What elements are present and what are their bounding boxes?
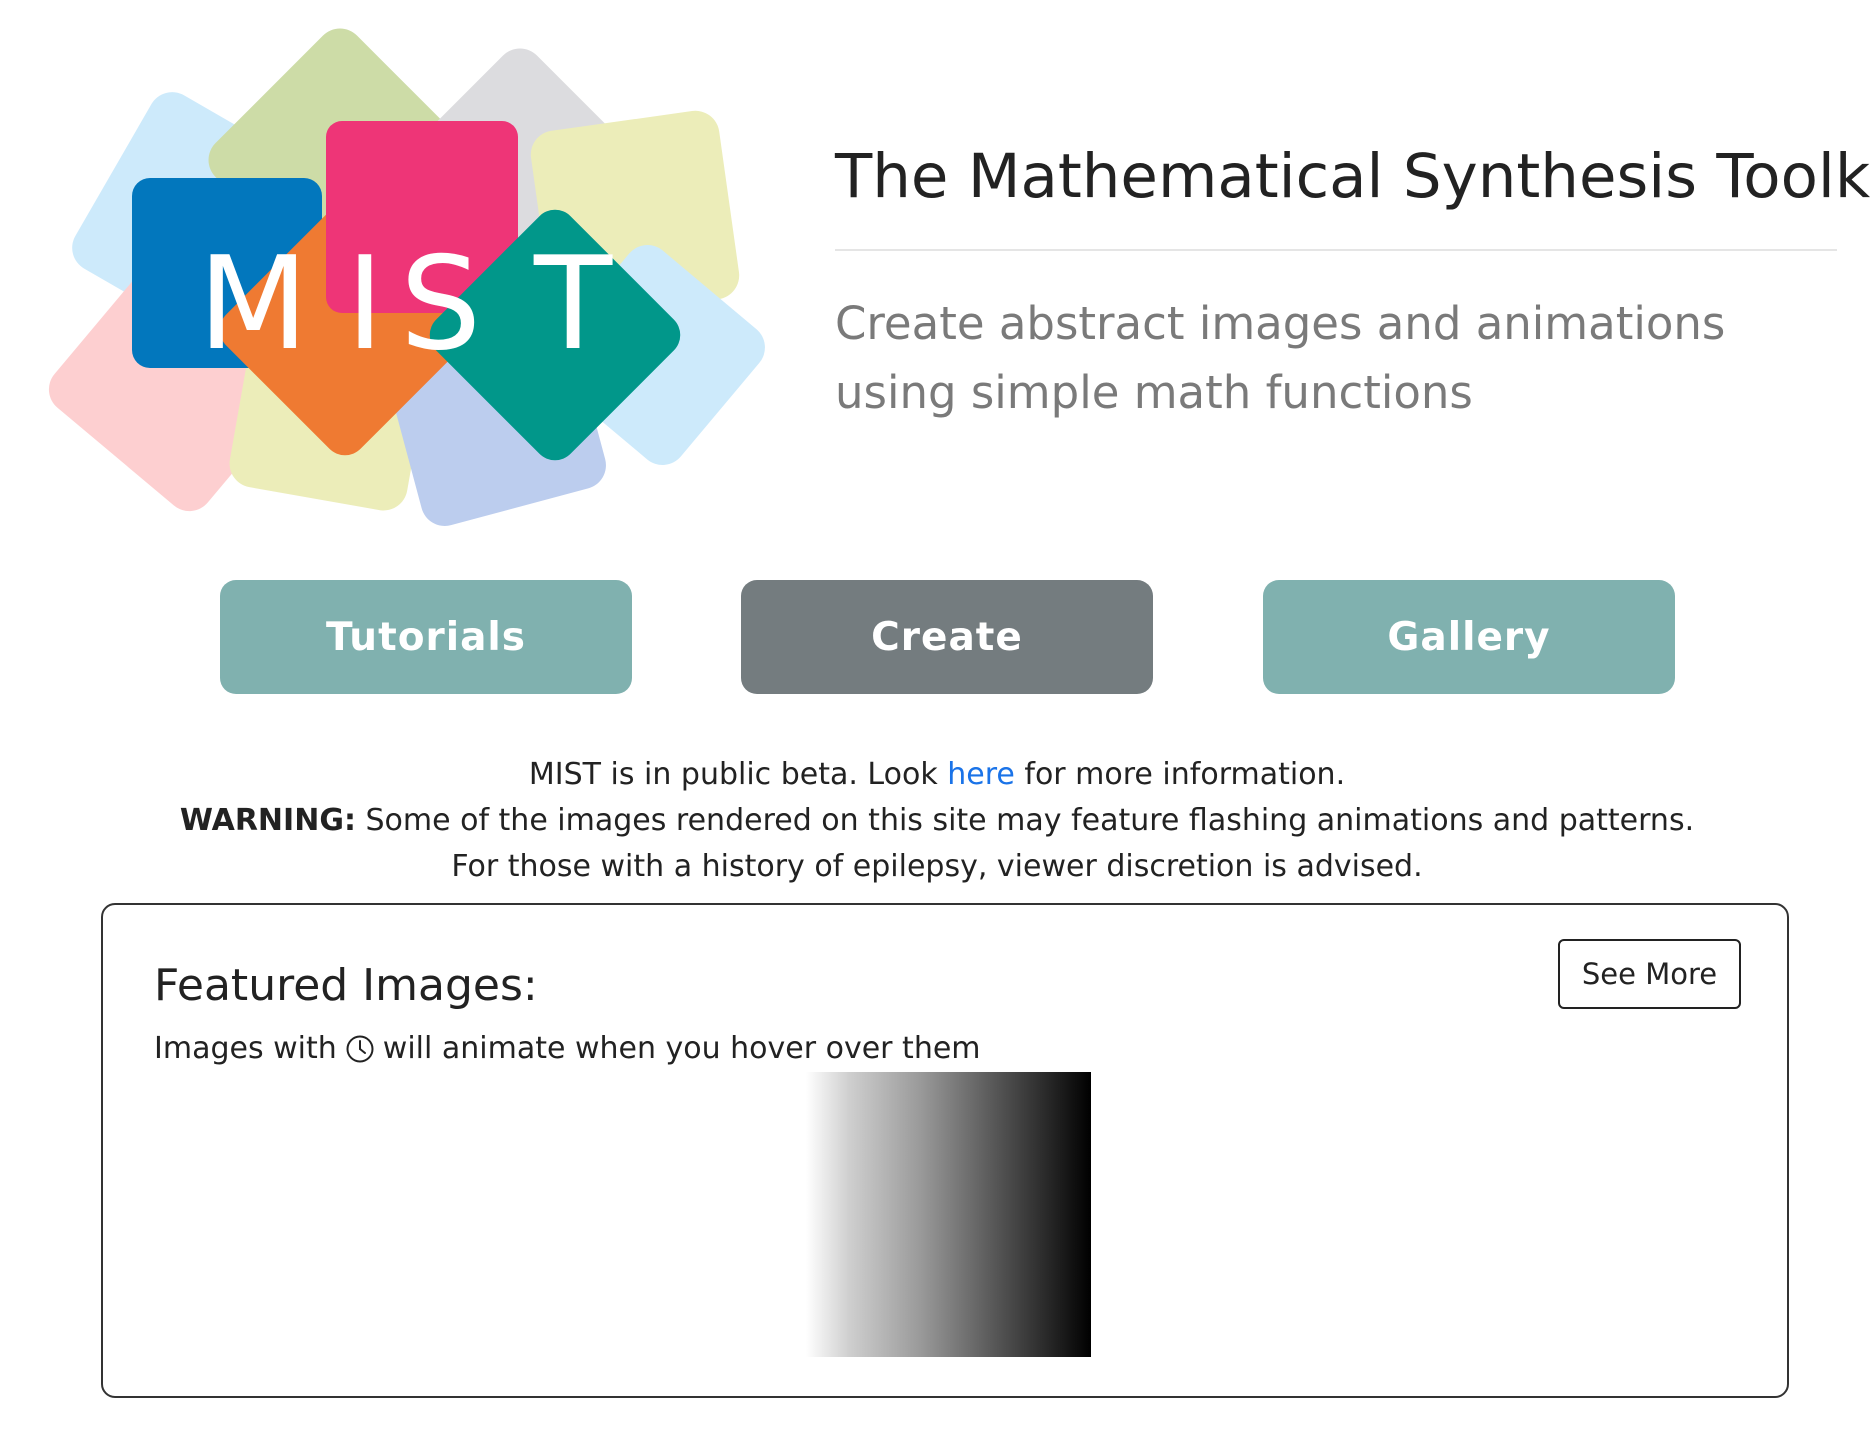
page-subtitle: Create abstract images and animations us…	[835, 289, 1837, 427]
logo-letter-t: T	[533, 230, 613, 379]
see-more-button[interactable]: See More	[1558, 939, 1741, 1009]
tutorials-button[interactable]: Tutorials	[220, 580, 632, 694]
subtitle-line-2: using simple math functions	[835, 366, 1473, 420]
warning-label: WARNING:	[179, 803, 356, 838]
main-nav: Tutorials Create Gallery	[0, 580, 1874, 696]
create-button[interactable]: Create	[741, 580, 1153, 694]
beta-notice: MIST is in public beta. Look here for mo…	[0, 752, 1874, 890]
gallery-button[interactable]: Gallery	[1263, 580, 1675, 694]
epilepsy-message: For those with a history of epilepsy, vi…	[451, 849, 1423, 884]
hint-prefix: Images with	[154, 1031, 337, 1066]
warning-message: WARNING: Some of the images rendered on …	[0, 798, 1874, 844]
featured-images-card: Featured Images: See More Images with wi…	[101, 903, 1789, 1398]
hint-suffix: will animate when you hover over them	[382, 1031, 981, 1066]
logo-letter-i: I	[346, 230, 384, 379]
logo-letter-s: S	[400, 230, 481, 379]
site-header: The Mathematical Synthesis Toolkit Creat…	[835, 140, 1874, 427]
featured-heading: Featured Images:	[154, 960, 538, 1011]
mist-logo[interactable]: M I S T	[40, 20, 770, 540]
beta-prefix: MIST is in public beta. Look	[528, 757, 948, 792]
subtitle-line-1: Create abstract images and animations	[835, 297, 1726, 351]
beta-message: MIST is in public beta. Look here for mo…	[0, 752, 1874, 798]
clock-icon	[345, 1034, 375, 1064]
beta-suffix: for more information.	[1014, 757, 1346, 792]
logo-letter-m: M	[198, 230, 308, 379]
title-divider	[835, 249, 1837, 252]
page-title: The Mathematical Synthesis Toolkit	[835, 141, 1874, 212]
featured-image-thumbnail[interactable]	[806, 1072, 1091, 1357]
animation-hint: Images with will animate when you hover …	[154, 1031, 981, 1066]
beta-info-link[interactable]: here	[947, 757, 1015, 792]
mist-logo-graphic: M I S T	[48, 28, 765, 526]
warning-text: Some of the images rendered on this site…	[355, 803, 1695, 838]
